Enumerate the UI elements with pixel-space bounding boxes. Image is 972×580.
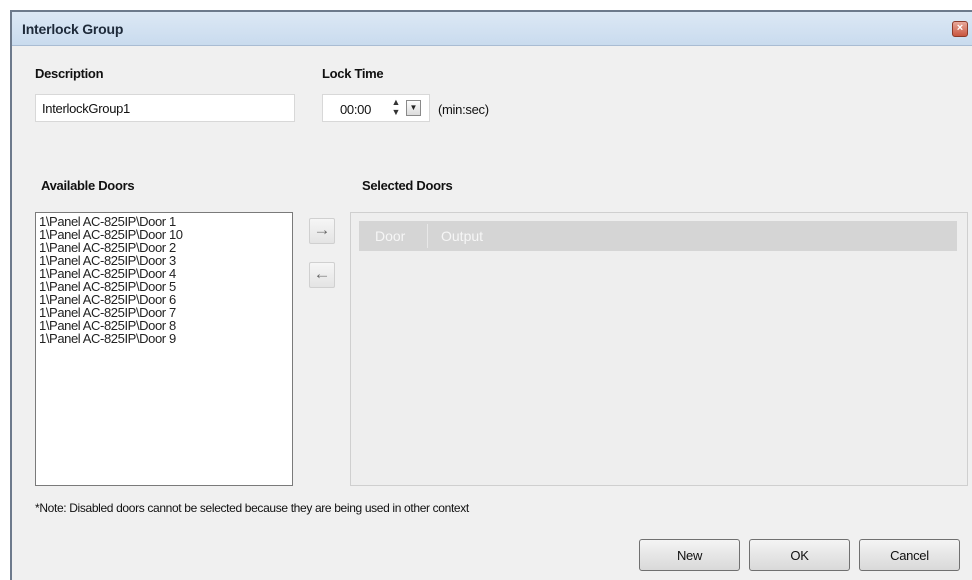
chevron-down-icon[interactable]: ▼	[390, 107, 402, 117]
selected-doors-label: Selected Doors	[362, 178, 453, 193]
lock-time-spinner[interactable]: ▲ ▼	[390, 97, 402, 119]
selected-doors-grid[interactable]: Door Output	[350, 212, 968, 486]
interlock-group-dialog: Interlock Group × Description Lock Time …	[10, 10, 972, 580]
disabled-doors-note: *Note: Disabled doors cannot be selected…	[35, 501, 469, 515]
arrow-left-icon[interactable]: ←	[309, 262, 335, 288]
ok-button[interactable]: OK	[749, 539, 850, 571]
window-title: Interlock Group	[22, 21, 124, 37]
chevron-up-icon[interactable]: ▲	[390, 97, 402, 107]
list-item[interactable]: 1\Panel AC-825IP\Door 9	[39, 332, 289, 345]
description-input[interactable]	[35, 94, 295, 122]
available-doors-list[interactable]: 1\Panel AC-825IP\Door 1 1\Panel AC-825IP…	[35, 212, 293, 486]
lock-time-unit: (min:sec)	[438, 102, 489, 117]
lock-time-value: 00:00	[340, 102, 372, 117]
arrow-right-icon[interactable]: →	[309, 218, 335, 244]
new-button[interactable]: New	[639, 539, 740, 571]
column-header-door[interactable]: Door	[375, 228, 405, 244]
description-label: Description	[35, 66, 104, 81]
column-header-output[interactable]: Output	[441, 228, 483, 244]
lock-time-picker[interactable]: 00:00 ▲ ▼ ▼	[322, 94, 430, 122]
lock-time-label: Lock Time	[322, 66, 384, 81]
grid-header: Door Output	[359, 221, 957, 251]
cancel-button[interactable]: Cancel	[859, 539, 960, 571]
title-bar: Interlock Group ×	[12, 12, 972, 46]
available-doors-label: Available Doors	[41, 178, 135, 193]
close-icon[interactable]: ×	[952, 21, 968, 37]
column-divider	[427, 224, 428, 248]
dropdown-arrow-icon[interactable]: ▼	[406, 100, 421, 116]
